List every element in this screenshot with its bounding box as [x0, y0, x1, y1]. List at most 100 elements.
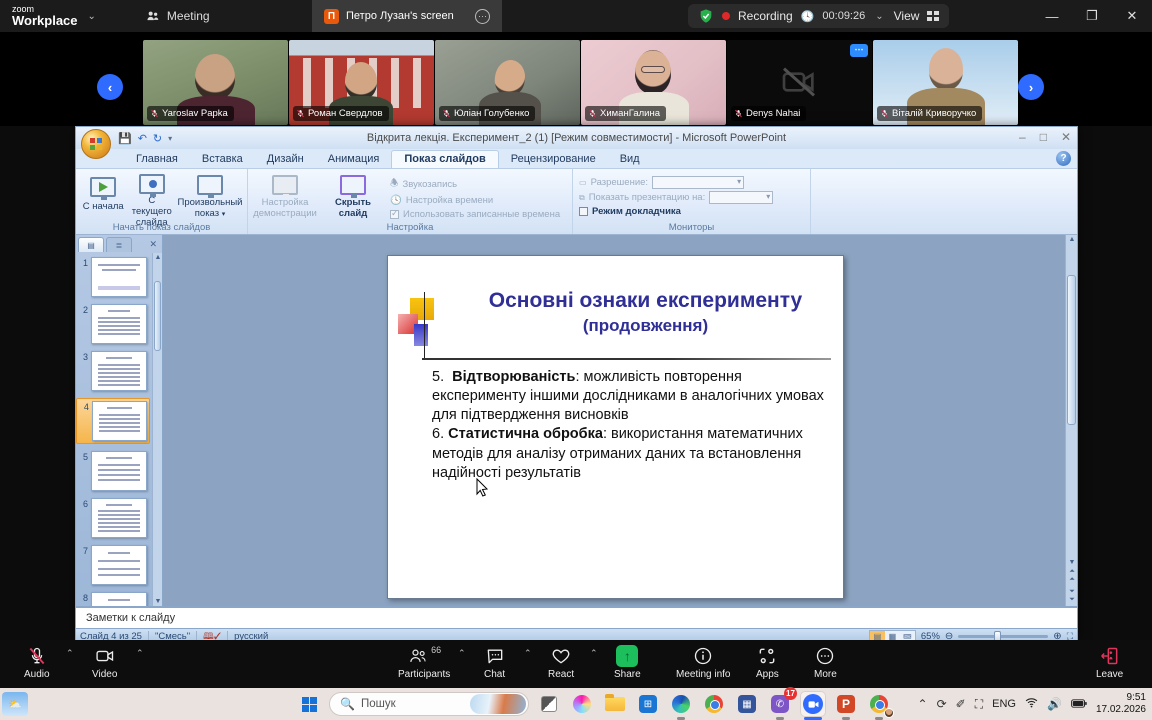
participant-tile[interactable]: Yaroslav Papka: [143, 40, 288, 125]
chrome-button[interactable]: [701, 691, 727, 717]
notes-pane[interactable]: Заметки к слайду: [76, 606, 1077, 628]
slide-scrollbar[interactable]: ▲ ▼ ⏶⏶ ⏷⏷: [1065, 235, 1077, 606]
speaker-icon[interactable]: 🔊: [1047, 697, 1062, 711]
chrome-profile-button[interactable]: [866, 691, 892, 717]
custom-show-button[interactable]: Произвольный показ ▾: [179, 172, 241, 220]
next-participants-button[interactable]: ›: [1018, 74, 1044, 100]
video-button[interactable]: Video: [92, 644, 117, 680]
participant-tile[interactable]: Юліан Голубенко: [435, 40, 580, 125]
help-button[interactable]: ?: [1056, 151, 1071, 166]
panel-scrollbar-thumb[interactable]: [154, 281, 161, 351]
screenshot-icon[interactable]: ⛶: [975, 697, 983, 712]
participant-tile[interactable]: ⋯ Denys Nahai: [727, 40, 872, 125]
tab-vid[interactable]: Вид: [608, 151, 652, 168]
current-slide[interactable]: Основні ознаки експерименту (продовження…: [387, 255, 844, 599]
tab-outline-icon[interactable]: ≣: [106, 237, 132, 252]
ppt-maximize-button[interactable]: □: [1040, 130, 1047, 144]
ppt-title-bar[interactable]: 💾 ↶ ↻ ▾ Відкрита лекція. Експеримент_2 (…: [76, 127, 1077, 149]
file-explorer-button[interactable]: [602, 691, 628, 717]
previous-participants-button[interactable]: ‹: [97, 74, 123, 100]
viber-button[interactable]: ✆17: [767, 691, 793, 717]
from-beginning-button[interactable]: С начала: [82, 172, 125, 220]
battery-icon[interactable]: [1071, 697, 1087, 711]
tray-expand-chevron-icon[interactable]: ⌃: [918, 697, 928, 711]
meeting-info-button[interactable]: Meeting info: [676, 644, 730, 680]
sync-icon[interactable]: ⟳: [937, 697, 947, 711]
tab-slides-icon[interactable]: ▤: [78, 237, 104, 252]
from-current-slide-button[interactable]: С текущего слайда: [131, 172, 174, 220]
chat-button[interactable]: Chat: [484, 644, 505, 680]
react-button[interactable]: React: [548, 644, 574, 680]
panel-scrollbar[interactable]: ▲ ▼: [152, 253, 162, 606]
participants-options-chevron[interactable]: ⌃: [458, 648, 466, 659]
tab-glavnaya[interactable]: Главная: [124, 151, 190, 168]
task-view-button[interactable]: [536, 691, 562, 717]
presenter-view-checkbox[interactable]: [579, 207, 588, 216]
panel-scroll-up-icon[interactable]: ▲: [153, 254, 163, 261]
wifi-icon[interactable]: [1025, 697, 1038, 711]
minimize-button[interactable]: —: [1032, 0, 1072, 32]
previous-slide-button[interactable]: ⏶⏶: [1066, 568, 1078, 584]
copilot-button[interactable]: [569, 691, 595, 717]
tab-retsenzirovanie[interactable]: Рецензирование: [499, 151, 608, 168]
leave-button[interactable]: Leave: [1096, 644, 1123, 680]
participants-button[interactable]: 66 Participants: [398, 644, 450, 680]
undo-icon[interactable]: ↶: [138, 132, 147, 145]
workspace-chevron-icon[interactable]: ⌄: [88, 11, 96, 22]
zoom-app-button[interactable]: [800, 691, 826, 717]
zoom-slider[interactable]: [958, 635, 1048, 638]
view-label[interactable]: View: [894, 9, 920, 23]
powerpoint-button[interactable]: P: [833, 691, 859, 717]
tab-animatsiya[interactable]: Анимация: [316, 151, 392, 168]
calculator-button[interactable]: ▦: [734, 691, 760, 717]
slide-thumbnail[interactable]: 2: [78, 304, 150, 344]
ppt-minimize-button[interactable]: –: [1019, 130, 1026, 144]
office-button[interactable]: [81, 129, 111, 159]
participant-tile[interactable]: Віталій Криворучко: [873, 40, 1018, 125]
tab-shared-screen[interactable]: П Петро Лузан's screen ⋯: [312, 0, 502, 32]
next-slide-button[interactable]: ⏷⏷: [1066, 588, 1078, 604]
view-grid-icon[interactable]: [927, 11, 939, 21]
scrollbar-thumb[interactable]: [1067, 275, 1076, 425]
chat-options-chevron[interactable]: ⌃: [524, 648, 532, 659]
tab-meeting[interactable]: Meeting: [134, 0, 222, 32]
tab-vstavka[interactable]: Вставка: [190, 151, 255, 168]
timer-chevron-icon[interactable]: ⌄: [875, 11, 883, 22]
search-doodle-image[interactable]: [470, 694, 526, 714]
language-switcher[interactable]: ENG: [992, 698, 1016, 710]
slide-thumbnail[interactable]: 1: [78, 257, 150, 297]
taskbar-clock[interactable]: 9:51 17.02.2026: [1096, 692, 1146, 717]
slide-canvas[interactable]: Основні ознаки експерименту (продовження…: [163, 235, 1077, 606]
tab-pokaz-slaydov[interactable]: Показ слайдов: [391, 150, 498, 168]
more-button[interactable]: More: [814, 644, 837, 680]
pen-input-icon[interactable]: ✐: [956, 697, 966, 711]
tab-options-icon[interactable]: ⋯: [475, 9, 490, 24]
taskbar-search[interactable]: 🔍 Пошук: [329, 692, 529, 716]
slide-thumbnail[interactable]: 8: [78, 592, 150, 606]
slide-thumbnail-selected[interactable]: 4: [76, 398, 150, 444]
apps-button[interactable]: Apps: [756, 644, 779, 680]
save-icon[interactable]: 💾: [118, 132, 132, 145]
start-button[interactable]: [296, 691, 322, 717]
microsoft-store-button[interactable]: ⊞: [635, 691, 661, 717]
scroll-up-icon[interactable]: ▲: [1066, 236, 1078, 243]
share-button[interactable]: ↑ Share: [614, 644, 641, 680]
qat-dropdown-icon[interactable]: ▾: [168, 134, 172, 143]
slide-thumbnail[interactable]: 3: [78, 351, 150, 391]
slide-thumbnail[interactable]: 6: [78, 498, 150, 538]
slide-thumbnail[interactable]: 7: [78, 545, 150, 585]
participant-tile[interactable]: Роман Свердлов: [289, 40, 434, 125]
panel-scroll-down-icon[interactable]: ▼: [153, 598, 163, 605]
edge-button[interactable]: [668, 691, 694, 717]
panel-close-icon[interactable]: ✕: [149, 239, 160, 250]
tile-more-options-icon[interactable]: ⋯: [850, 44, 868, 57]
security-shield-icon[interactable]: [698, 8, 714, 24]
slide-thumbnail[interactable]: 5: [78, 451, 150, 491]
presenter-view-row[interactable]: Режим докладчика: [579, 206, 773, 217]
audio-button[interactable]: Audio: [24, 644, 50, 680]
scroll-down-icon[interactable]: ▼: [1066, 559, 1078, 566]
tab-dizayn[interactable]: Дизайн: [255, 151, 316, 168]
react-options-chevron[interactable]: ⌃: [590, 648, 598, 659]
widgets-icon[interactable]: ⛅: [2, 692, 28, 716]
close-button[interactable]: ✕: [1112, 0, 1152, 32]
